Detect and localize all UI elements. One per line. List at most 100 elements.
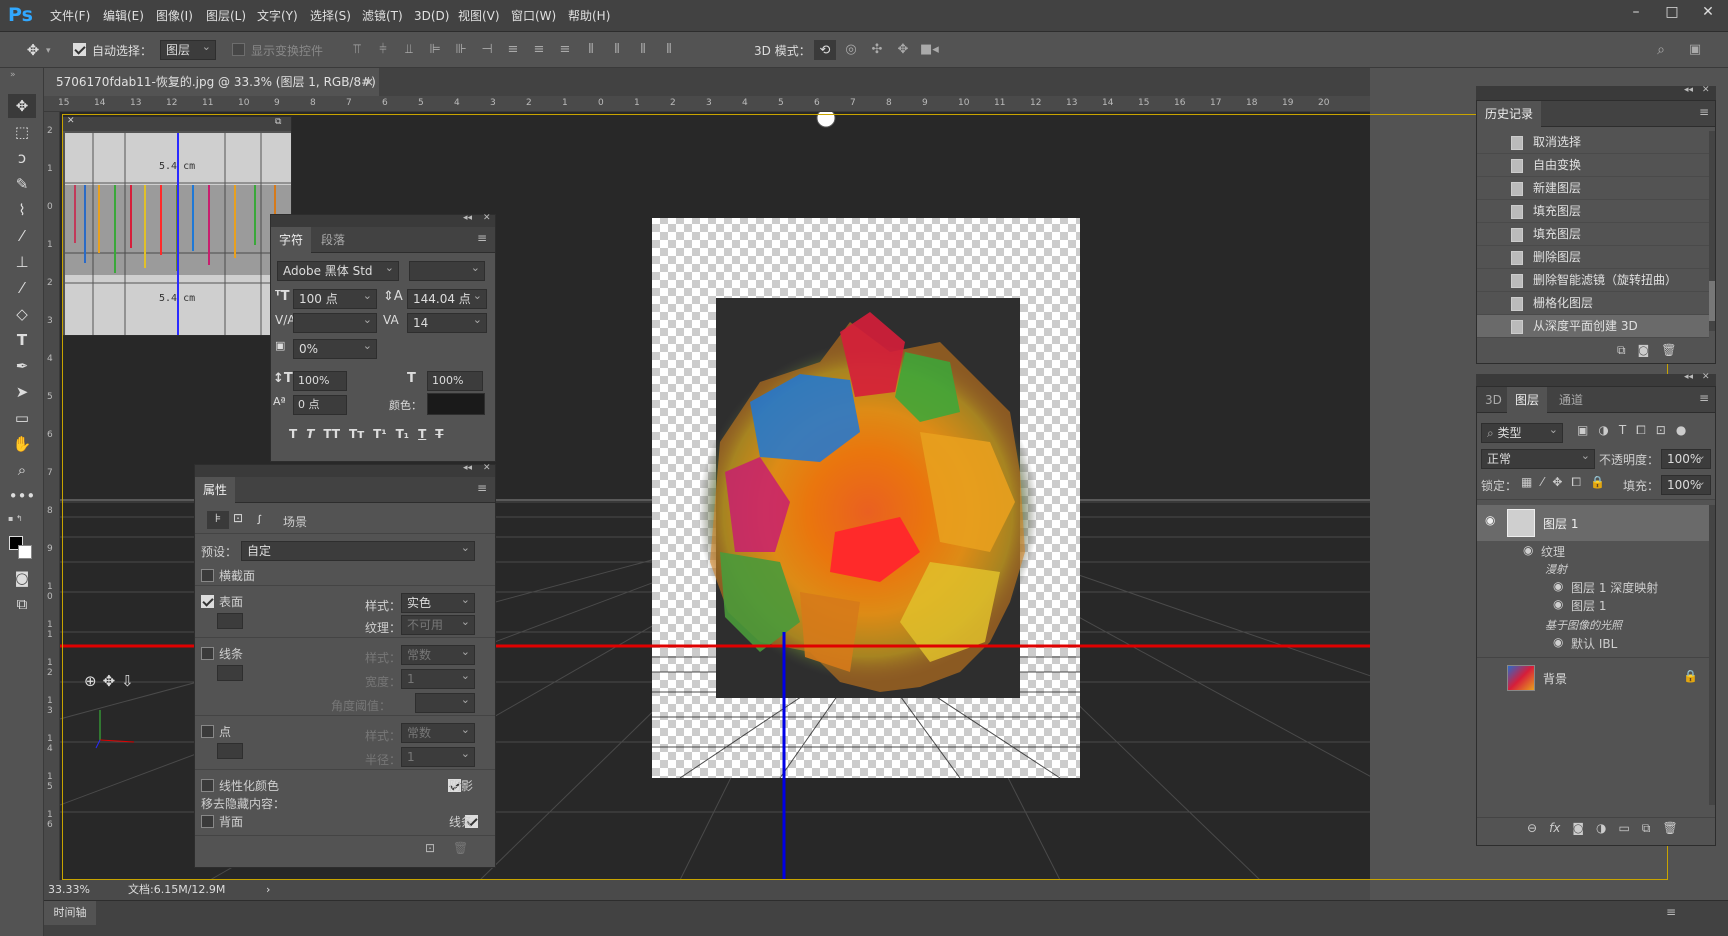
width-field[interactable]: 1 — [401, 667, 475, 689]
layer-row-background[interactable]: 背景 🔒 — [1477, 661, 1709, 695]
menu-image[interactable]: 图像(I) — [156, 0, 193, 32]
new-group-icon[interactable]: ▭ — [1619, 821, 1630, 841]
collapse-properties-icon[interactable]: ◂◂ — [463, 463, 472, 473]
slide-3d-icon[interactable]: ✥ — [894, 41, 912, 59]
all-caps-icon[interactable]: TT — [323, 427, 340, 445]
filter-shape-icon[interactable]: ⧠ — [1636, 423, 1646, 443]
eyedropper-tool-icon[interactable]: ⌇ — [8, 198, 36, 222]
superscript-icon[interactable]: T¹ — [373, 427, 386, 445]
small-caps-icon[interactable]: Tт — [349, 427, 364, 445]
layer-row-layer1[interactable]: ◉ 图层 1 — [1477, 505, 1709, 541]
hand-tool-icon[interactable]: ✋ — [8, 432, 36, 456]
layers-scrollbar[interactable] — [1709, 505, 1715, 805]
zoom-level[interactable]: 33.33% — [48, 880, 90, 900]
close-layers-icon[interactable]: ✕ — [1702, 372, 1710, 382]
distribute-right-icon[interactable]: ⦀ — [634, 41, 652, 59]
tab-character[interactable]: 字符 — [271, 227, 312, 253]
snapshot-icon[interactable]: ◙ — [1638, 343, 1650, 361]
timeline-menu-icon[interactable]: ≡ — [1666, 905, 1676, 919]
tracking-field[interactable]: 14 — [407, 311, 487, 333]
menu-view[interactable]: 视图(V) — [458, 0, 500, 32]
filter-type-icon[interactable]: T — [1619, 423, 1626, 443]
layer-row-texture[interactable]: ◉ 纹理 — [1477, 541, 1709, 561]
lock-transparency-icon[interactable]: ▦ — [1521, 475, 1532, 493]
filter-pixel-icon[interactable]: ▣ — [1577, 423, 1588, 443]
align-bottom-icon[interactable]: ⫫ — [400, 41, 418, 59]
brush-tool-icon[interactable]: ⁄ — [8, 224, 36, 248]
history-item[interactable]: 填充图层 — [1477, 200, 1709, 223]
radius-field[interactable]: 1 — [401, 745, 475, 767]
pen-tool-icon[interactable]: ✒ — [8, 354, 36, 378]
strikethrough-icon[interactable]: T — [435, 427, 443, 445]
points-checkbox[interactable] — [201, 725, 214, 738]
font-style-select[interactable] — [409, 259, 485, 281]
properties-menu-icon[interactable]: ≡ — [477, 481, 487, 495]
lock-position-icon[interactable]: ✥ — [1552, 475, 1562, 493]
font-family-select[interactable]: Adobe 黑体 Std — [277, 259, 399, 281]
timeline-tab[interactable]: 时间轴 — [44, 901, 96, 925]
filter-adjust-icon[interactable]: ◑ — [1598, 423, 1608, 443]
panel-menu-icon[interactable]: ≡ — [477, 231, 487, 245]
close-panel-icon[interactable]: ✕ — [483, 213, 491, 223]
menu-select[interactable]: 选择(S) — [310, 0, 351, 32]
history-scrollbar[interactable] — [1709, 131, 1715, 331]
layer-row-default-ibl[interactable]: ◉ 默认 IBL — [1477, 635, 1709, 653]
move-tool-icon[interactable]: ✥ — [8, 94, 36, 118]
align-hcenter-icon[interactable]: ⊪ — [452, 41, 470, 59]
distribute-vcenter-icon[interactable]: ≡ — [530, 41, 548, 59]
maximize-button[interactable]: □ — [1654, 0, 1690, 24]
kerning-field[interactable] — [293, 311, 377, 333]
points-color-swatch[interactable] — [217, 743, 243, 759]
path-select-tool-icon[interactable]: ➤ — [8, 380, 36, 404]
menu-filter[interactable]: 滤镜(T) — [362, 0, 403, 32]
tab-layers[interactable]: 图层 — [1507, 387, 1548, 413]
opacity-field[interactable]: 100% — [1661, 447, 1711, 469]
shape-tool-icon[interactable]: ▭ — [8, 406, 36, 430]
surface-style-select[interactable]: 实色 — [401, 591, 475, 613]
lock-all-icon[interactable]: 🔒 — [1590, 475, 1605, 493]
subscript-icon[interactable]: T₁ — [396, 427, 409, 445]
faux-bold-icon[interactable]: T — [289, 427, 297, 445]
stamp-tool-icon[interactable]: ⊥ — [8, 250, 36, 274]
surface-checkbox[interactable] — [201, 595, 214, 608]
light-source-icon[interactable] — [816, 112, 836, 128]
history-item[interactable]: 新建图层 — [1477, 177, 1709, 200]
auto-select-checkbox[interactable] — [73, 43, 86, 56]
auto-select-target-select[interactable]: 图层 — [160, 38, 216, 60]
link-layers-icon[interactable]: ⊖ — [1527, 821, 1537, 841]
background-color-swatch[interactable] — [18, 545, 32, 559]
lights-icon[interactable]: ꭍ — [257, 511, 261, 528]
menu-help[interactable]: 帮助(H) — [568, 0, 610, 32]
lasso-tool-icon[interactable]: ↄ — [8, 146, 36, 170]
history-item[interactable]: 删除图层 — [1477, 246, 1709, 269]
collapse-dock-icon[interactable]: ◂◂ — [1684, 85, 1693, 95]
visibility-eye-icon[interactable]: ◉ — [1523, 543, 1533, 557]
eraser-tool-icon[interactable]: ◇ — [8, 302, 36, 326]
zoom-tool-icon[interactable]: ⌕ — [8, 458, 36, 482]
visibility-eye-icon[interactable]: ◉ — [1553, 579, 1563, 593]
menu-3d[interactable]: 3D(D) — [414, 0, 449, 32]
tab-3d[interactable]: 3D — [1477, 387, 1510, 413]
faux-italic-icon[interactable]: T — [306, 427, 314, 445]
history-brush-tool-icon[interactable]: ⁄ — [8, 276, 36, 300]
move-tool-icon[interactable]: ✥ — [22, 40, 44, 60]
horizontal-scale-field[interactable]: 100% — [427, 371, 483, 391]
delete-state-icon[interactable]: 🗑 — [1661, 343, 1676, 361]
history-item[interactable]: 取消选择 — [1477, 131, 1709, 154]
show-transform-checkbox[interactable] — [232, 43, 245, 56]
font-size-field[interactable]: 100 点 — [293, 287, 377, 309]
layer-row-depth-map[interactable]: ◉ 图层 1 深度映射 — [1477, 579, 1709, 597]
collapse-layers-icon[interactable]: ◂◂ — [1684, 372, 1693, 382]
surface-color-swatch[interactable] — [217, 613, 243, 629]
scale-3d-icon[interactable]: ■◂ — [920, 41, 939, 59]
backface-checkbox[interactable] — [201, 815, 214, 828]
new-layer-icon[interactable]: ⧉ — [1642, 821, 1651, 841]
collapse-toolbar-icon[interactable]: » — [10, 70, 16, 80]
status-menu-arrow[interactable]: › — [266, 880, 270, 900]
minimize-button[interactable]: – — [1618, 0, 1654, 24]
menu-type[interactable]: 文字(Y) — [257, 0, 298, 32]
rotate-camera-icon[interactable]: ⊕ — [84, 672, 97, 692]
lock-pixels-icon[interactable]: ⁄ — [1541, 475, 1543, 493]
distribute-bottom-icon[interactable]: ≡ — [556, 41, 574, 59]
fx-icon[interactable]: fx — [1549, 821, 1560, 841]
